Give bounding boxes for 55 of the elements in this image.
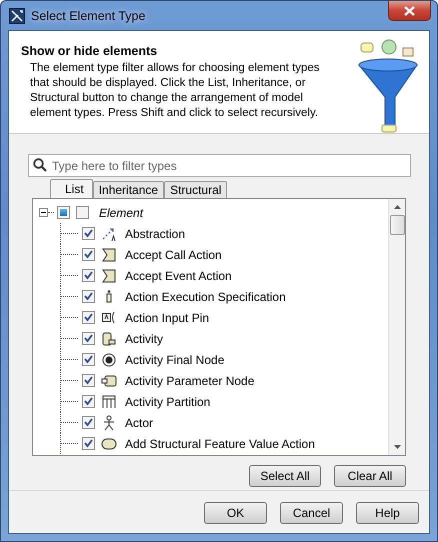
checkbox[interactable]	[82, 437, 95, 450]
pin-icon	[101, 310, 117, 326]
state-checkbox[interactable]	[57, 206, 70, 219]
checkbox[interactable]	[82, 416, 95, 429]
checkbox[interactable]	[82, 311, 95, 324]
scroll-up-icon[interactable]	[394, 205, 400, 209]
tab[interactable]: List	[50, 179, 93, 198]
tree-item[interactable]: Action Execution Specification	[125, 290, 286, 304]
tree-item[interactable]: Actor	[125, 416, 154, 430]
scrollbar[interactable]	[388, 199, 405, 455]
close-icon	[404, 6, 415, 16]
partition-icon	[101, 394, 117, 410]
tree-item[interactable]: Activity Parameter Node	[125, 374, 254, 388]
tree-item[interactable]: Action Input Pin	[125, 310, 210, 324]
app-icon	[9, 8, 25, 24]
tree-item[interactable]: Activity Partition	[125, 394, 210, 408]
checkbox[interactable]	[82, 269, 95, 282]
checkbox[interactable]	[82, 353, 95, 366]
tree-item[interactable]: Accept Event Action	[125, 268, 232, 282]
dialog-button[interactable]: Help	[356, 502, 419, 524]
tab[interactable]: Inheritance	[92, 181, 164, 198]
list-button[interactable]: Select All	[249, 465, 321, 487]
accept-action-icon	[101, 268, 117, 284]
checkbox[interactable]	[82, 395, 95, 408]
checkbox[interactable]	[82, 290, 95, 303]
tree-item[interactable]: Abstraction	[125, 226, 186, 240]
list-button[interactable]: Clear All	[334, 465, 406, 487]
checkbox[interactable]	[82, 248, 95, 261]
tree-item[interactable]: Element	[99, 206, 144, 220]
window-title: Select Element Type	[31, 8, 146, 22]
dashed-arrow-icon	[101, 226, 117, 242]
tree-item[interactable]: Accept Call Action	[125, 248, 222, 262]
parameter-node-icon	[101, 372, 117, 388]
close-button[interactable]	[388, 1, 431, 21]
collapse-icon[interactable]	[39, 208, 48, 217]
checkbox[interactable]	[82, 332, 95, 345]
scroll-down-icon[interactable]	[394, 445, 400, 449]
filter-field[interactable]: Type here to filter types	[28, 154, 411, 177]
dialog-button[interactable]: Cancel	[280, 502, 343, 524]
accept-action-icon	[101, 246, 117, 262]
tab[interactable]: Structural	[164, 181, 228, 198]
actor-icon	[101, 414, 117, 430]
action-icon	[101, 436, 117, 452]
scroll-thumb[interactable]	[390, 215, 404, 235]
header-description: The element type filter allows for choosing element types that should be displayed. Click the List, Inheritance, or Structural button to change the arrangement of model element types. Press Shift and click to select recursively.	[29, 61, 321, 121]
header-title: Show or hide elements	[21, 44, 158, 58]
tree-item[interactable]: Activity	[125, 332, 164, 346]
checkbox[interactable]	[82, 227, 95, 240]
final-node-icon	[101, 352, 117, 368]
checkbox[interactable]	[76, 206, 89, 219]
checkbox[interactable]	[82, 374, 95, 387]
dialog-button[interactable]: OK	[204, 502, 267, 524]
activity-icon	[101, 330, 117, 346]
tree-item[interactable]: Activity Final Node	[125, 352, 224, 366]
tree-item[interactable]: Add Structural Feature Value Action	[125, 436, 315, 450]
